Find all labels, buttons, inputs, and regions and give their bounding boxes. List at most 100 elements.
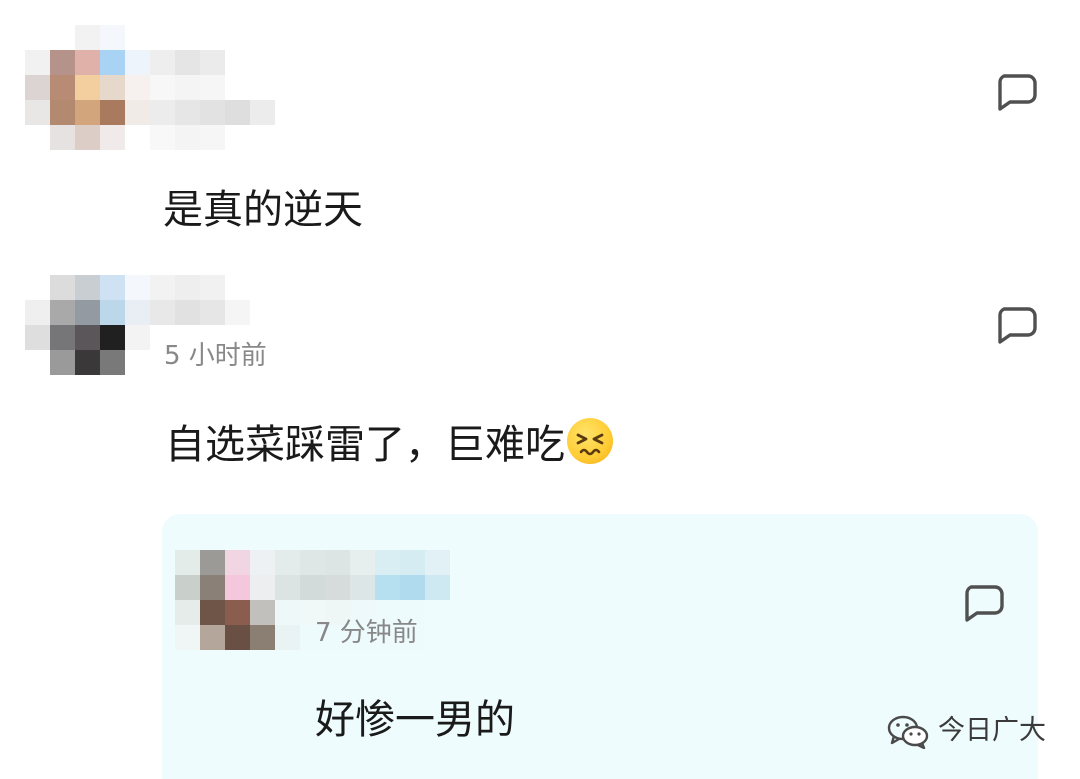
blur-pixel (50, 50, 75, 75)
blur-pixel (200, 550, 225, 575)
blur-pixel (425, 600, 450, 625)
blur-pixel (375, 575, 400, 600)
blur-pixel (50, 100, 75, 125)
blur-pixel (225, 275, 250, 300)
blur-pixel (100, 350, 125, 375)
comment-text: 自选菜踩雷了，巨难吃 (165, 422, 565, 468)
blur-pixel (225, 550, 250, 575)
comment-timestamp: 5 小时前 (164, 341, 267, 371)
blur-pixel (25, 350, 50, 375)
comment-bubble-icon (998, 74, 1037, 111)
comment-text-with-emoji: 自选菜踩雷了，巨难吃 (165, 418, 613, 469)
blur-pixel (175, 300, 200, 325)
blur-pixel (275, 350, 300, 375)
blur-pixel (75, 25, 100, 50)
blur-pixel (125, 325, 150, 350)
blur-pixel (200, 600, 225, 625)
reply-comment-button[interactable] (961, 583, 1005, 623)
blur-pixel (25, 50, 50, 75)
blur-pixel (400, 575, 425, 600)
blur-pixel (200, 25, 225, 50)
blur-pixel (150, 125, 175, 150)
blur-pixel (275, 75, 300, 100)
blur-pixel (325, 550, 350, 575)
blur-pixel (225, 125, 250, 150)
blur-pixel (375, 550, 400, 575)
blur-pixel (25, 125, 50, 150)
blur-pixel (75, 125, 100, 150)
blur-pixel (425, 550, 450, 575)
blur-pixel (275, 100, 300, 125)
blur-pixel (250, 300, 275, 325)
blur-pixel (150, 75, 175, 100)
blur-pixel (125, 100, 150, 125)
wechat-logo-icon (887, 715, 929, 749)
blur-pixel (250, 75, 275, 100)
blur-pixel (275, 575, 300, 600)
blur-pixel (225, 75, 250, 100)
comment-bubble-icon (965, 585, 1004, 622)
blur-pixel (200, 50, 225, 75)
blur-pixel (75, 300, 100, 325)
blur-pixel (75, 325, 100, 350)
blur-pixel (175, 550, 200, 575)
blur-pixel (75, 350, 100, 375)
blur-pixel (100, 75, 125, 100)
blur-pixel (300, 575, 325, 600)
blur-pixel (200, 275, 225, 300)
blur-pixel (125, 75, 150, 100)
blur-pixel (275, 125, 300, 150)
blur-pixel (275, 275, 300, 300)
reply-comment-button[interactable] (994, 72, 1038, 112)
reply-comment-button[interactable] (994, 305, 1038, 345)
blur-pixel (25, 75, 50, 100)
blur-pixel (200, 75, 225, 100)
blur-pixel (175, 125, 200, 150)
blur-pixel (225, 100, 250, 125)
blur-pixel (150, 50, 175, 75)
commenter-avatar-blurred[interactable] (25, 25, 300, 150)
blur-pixel (250, 575, 275, 600)
blur-pixel (200, 125, 225, 150)
blur-pixel (400, 550, 425, 575)
blur-pixel (425, 625, 450, 650)
blur-pixel (225, 50, 250, 75)
blur-pixel (175, 625, 200, 650)
blur-pixel (175, 50, 200, 75)
blur-pixel (75, 275, 100, 300)
blur-pixel (75, 100, 100, 125)
blur-pixel (250, 275, 275, 300)
blur-pixel (75, 75, 100, 100)
blur-pixel (225, 575, 250, 600)
blur-pixel (225, 25, 250, 50)
blur-pixel (100, 125, 125, 150)
blur-pixel (225, 625, 250, 650)
blur-pixel (275, 50, 300, 75)
blur-pixel (125, 350, 150, 375)
blur-pixel (150, 300, 175, 325)
blur-pixel (175, 275, 200, 300)
blur-pixel (275, 25, 300, 50)
blur-pixel (225, 600, 250, 625)
blur-pixel (100, 50, 125, 75)
comment-bubble-icon (998, 307, 1037, 344)
blur-pixel (125, 125, 150, 150)
blur-pixel (250, 625, 275, 650)
blur-pixel (350, 575, 375, 600)
blur-pixel (275, 550, 300, 575)
blur-pixel (50, 75, 75, 100)
blur-pixel (225, 300, 250, 325)
blur-pixel (175, 25, 200, 50)
blur-pixel (100, 275, 125, 300)
blur-pixel (50, 275, 75, 300)
blur-pixel (125, 50, 150, 75)
blur-pixel (100, 325, 125, 350)
blur-pixel (250, 100, 275, 125)
blur-pixel (150, 275, 175, 300)
blur-pixel (100, 100, 125, 125)
blur-pixel (275, 600, 300, 625)
blur-pixel (50, 350, 75, 375)
blur-pixel (300, 550, 325, 575)
comment-text: 是真的逆天 (163, 187, 363, 233)
blur-pixel (200, 575, 225, 600)
